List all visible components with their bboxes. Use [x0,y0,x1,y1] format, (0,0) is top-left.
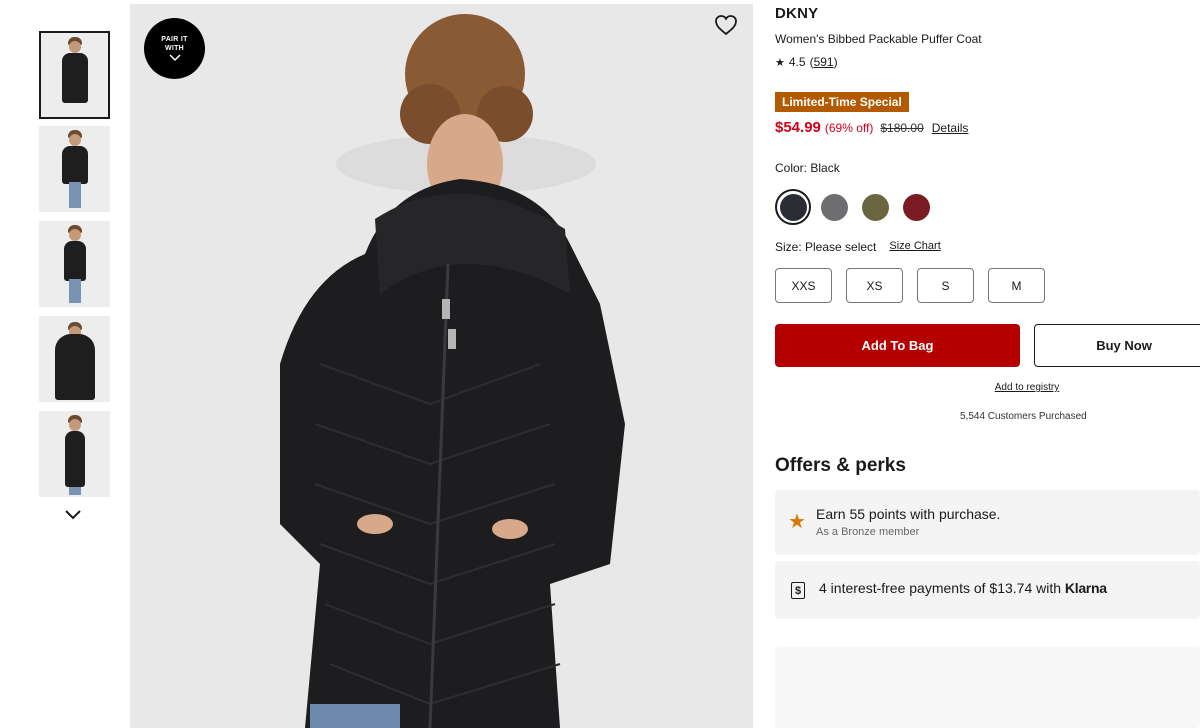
price-details-link[interactable]: Details [932,121,969,135]
thumbnail-figure-coat [63,241,86,281]
thumbnail-back-hood[interactable] [39,316,110,402]
main-product-image: PAIR IT WITH [130,4,753,728]
thumbnail-full[interactable] [39,126,110,212]
size-label: Size: Please select [775,240,877,254]
offer-placeholder-card [775,647,1200,728]
model-wearing-puffer-coat [280,14,625,728]
size-options: XXS XS S M [775,268,1059,303]
star-icon: ★ [775,56,785,69]
thumbnail-figure-head [68,134,81,146]
dollar-icon: $ [791,582,805,599]
thumbnail-figure-coat [61,53,88,103]
pair-it-with-button[interactable]: PAIR IT WITH [144,18,205,79]
thumbnail-front[interactable] [39,31,110,119]
swatch-gray[interactable] [816,189,852,225]
klarna-offer-card[interactable]: $ 4 interest-free payments of $13.74 wit… [775,561,1200,619]
chevron-down-icon [168,54,181,62]
chevron-down-icon[interactable] [63,505,83,525]
thumbnail-figure-head [68,229,81,241]
klarna-logo: Klarna [1064,580,1107,596]
color-label: Color: Black [775,161,840,175]
points-offer-text: Earn 55 points with purchase. [816,506,1001,522]
thumbnail-profile[interactable] [39,411,110,497]
add-to-registry-row: Add to registry [775,382,1200,393]
klarna-installment-text: 4 interest-free payments of $13.74 with [819,580,1062,596]
add-to-registry-link[interactable]: Add to registry [899,382,1155,393]
add-to-bag-button[interactable]: Add To Bag [775,324,1020,367]
thumbnail-side[interactable] [39,221,110,307]
rating-value: 4.5 [788,55,806,69]
heart-icon[interactable] [714,14,738,36]
swatch-black-fill [779,193,807,221]
swatch-gray-fill [820,193,848,221]
pair-it-with-label: PAIR IT WITH [161,36,188,52]
rating-close-paren: ) [833,55,838,69]
product-rating: ★ 4.5 (591) [775,55,838,69]
swatch-olive[interactable] [857,189,893,225]
offers-title: Offers & perks [775,455,906,476]
thumbnail-figure-coat [54,334,95,400]
price-row: $54.99 (69% off) $180.00 Details [775,119,968,136]
discount-percent: (69% off) [824,121,874,135]
size-chart-link[interactable]: Size Chart [889,240,940,254]
thumbnail-figure-legs [68,279,81,303]
size-row: Size: Please select Size Chart [775,240,941,254]
thumbnail-figure-coat [64,431,85,487]
thumbnail-figure-head [68,419,81,431]
swatch-burgundy-fill [902,193,930,221]
sale-price: $54.99 [775,119,821,136]
thumbnail-figure-legs [68,487,81,495]
star-icon: ★ [788,511,806,533]
rating-count-link[interactable]: 591 [814,55,834,69]
thumbnail-figure-coat [61,146,88,184]
thumbnail-figure-head [68,41,81,53]
thumbnail-figure-legs [68,182,81,208]
swatch-olive-fill [861,193,889,221]
klarna-offer-text: 4 interest-free payments of $13.74 with … [819,580,1107,596]
color-swatches [775,189,939,225]
product-name: Women's Bibbed Packable Puffer Coat [775,32,982,46]
swatch-burgundy[interactable] [898,189,934,225]
product-brand[interactable]: DKNY [775,5,818,22]
size-option-s[interactable]: S [917,268,974,303]
points-offer-card: ★ Earn 55 points with purchase. As a Bro… [775,490,1200,555]
thumbnail-gallery [39,31,110,506]
customers-purchased-text: 5,544 Customers Purchased [960,411,1087,422]
buy-now-button[interactable]: Buy Now [1034,324,1200,367]
size-option-m[interactable]: M [988,268,1045,303]
size-option-xxs[interactable]: XXS [775,268,832,303]
original-price: $180.00 [880,121,924,135]
promo-badge: Limited-Time Special [775,92,909,112]
customers-purchased-row: 5,544 Customers Purchased [775,411,1200,422]
swatch-black[interactable] [775,189,811,225]
points-offer-subtext: As a Bronze member [816,526,920,538]
size-option-xs[interactable]: XS [846,268,903,303]
